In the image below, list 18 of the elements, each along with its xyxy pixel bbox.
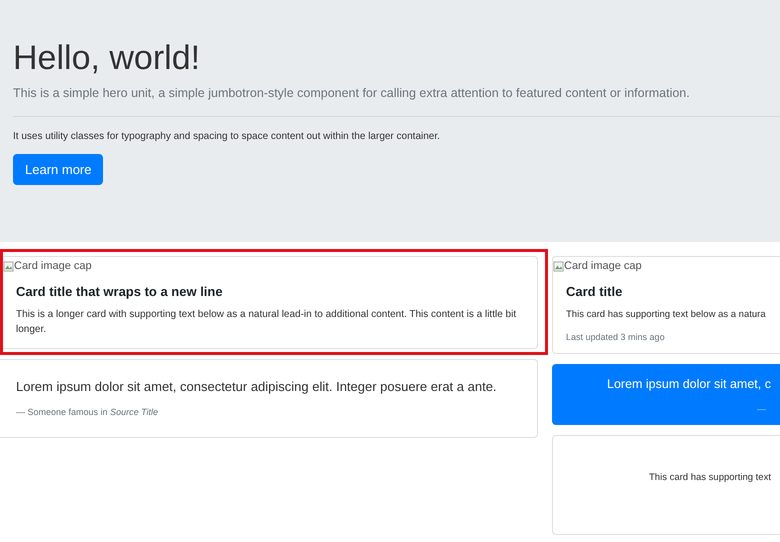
image-alt-text: Card image cap [564,260,642,272]
card-text: This card has supporting text [649,472,772,483]
broken-image-icon [3,260,14,272]
quote-footer: — Someone famous in Source Title [16,407,521,417]
quote-footer: — [757,404,780,414]
hero-body-text: It uses utility classes for typography and spacing to space content out within the larger container. [13,131,441,142]
card-text: This card has supporting text below as a natura [566,308,767,322]
image-alt-text: Card image cap [14,260,92,272]
card-text: This is a longer card with supporting text below as a natural lead-in to additional content. This content is a little bit longer. [16,308,518,337]
learn-more-button[interactable]: Learn more [13,154,104,185]
hero-heading: Hello, world! [13,38,202,79]
card-title: Card title [566,284,624,299]
card-title: Card title that wraps to a new line [16,284,224,299]
broken-image-icon [553,260,564,272]
updated-text: Last updated 3 mins ago [566,332,666,342]
quote-text: Lorem ipsum dolor sit amet, c [607,377,772,391]
hero-lead-text: This is a simple hero unit, a simple jumbotron-style component for calling extra attention to featured content or information. [13,86,691,100]
quote-text: Lorem ipsum dolor sit amet, consectetur adipiscing elit. Integer posuere erat a ante. [16,379,498,394]
